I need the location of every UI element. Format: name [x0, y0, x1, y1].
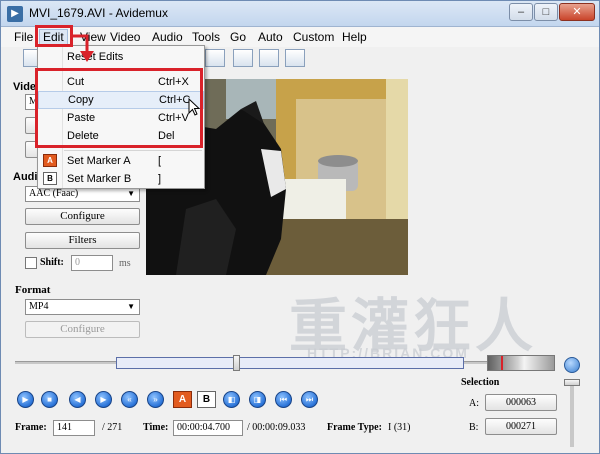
menu-item-label: Set Marker B [67, 173, 132, 185]
menu-custom[interactable]: Custom [290, 29, 337, 45]
format-select[interactable]: MP4 ▼ [25, 299, 140, 315]
marker-b-button[interactable]: B [197, 391, 216, 408]
frame-label: Frame: [15, 422, 47, 433]
time-total: / 00:00:09.033 [247, 422, 306, 433]
next-keyframe-icon[interactable]: » [147, 391, 164, 408]
maximize-button[interactable]: □ [534, 3, 558, 21]
previous-keyframe-icon[interactable]: « [121, 391, 138, 408]
time-label: Time: [143, 422, 169, 433]
frame-input[interactable]: 141 [53, 420, 95, 436]
red-arrow-icon [73, 34, 94, 62]
shift-input[interactable]: 0 [71, 255, 113, 271]
selection-b-button[interactable]: 000271 [485, 418, 557, 435]
menu-item-set-marker-b[interactable]: B Set Marker B ] [38, 170, 204, 188]
clipboard-items-highlight [35, 68, 203, 148]
menu-item-set-marker-a[interactable]: A Set Marker A [ [38, 152, 204, 170]
title-bar: ▶ MVI_1679.AVI - Avidemux – □ ✕ [1, 1, 599, 27]
audio-filters-button[interactable]: Filters [25, 232, 140, 249]
volume-slider-thumb[interactable] [564, 379, 580, 386]
window-title: MVI_1679.AVI - Avidemux [29, 6, 168, 20]
volume-slider-track[interactable] [570, 379, 574, 447]
selection-a-button[interactable]: 000063 [485, 394, 557, 411]
shift-label: Shift: [40, 257, 64, 268]
marker-a-icon: A [43, 154, 57, 167]
audio-codec-value: AAC (Faac) [29, 188, 79, 199]
stop-icon[interactable]: ■ [41, 391, 58, 408]
goto-start-icon[interactable]: ⏮ [275, 391, 292, 408]
minimize-button[interactable]: – [509, 3, 533, 21]
chevron-down-icon: ▼ [127, 189, 135, 198]
menu-item-label: Set Marker A [67, 155, 131, 167]
selection-b-label: B: [469, 422, 479, 433]
layout-split-horizontal-icon[interactable] [259, 49, 279, 67]
menu-video[interactable]: Video [107, 29, 143, 45]
selection-a-label: A: [469, 398, 479, 409]
next-frame-icon[interactable]: ▶ [95, 391, 112, 408]
chevron-down-icon: ▼ [127, 302, 135, 311]
timeline-slider-thumb[interactable] [233, 355, 240, 371]
video-section-label: Vide [13, 81, 37, 93]
menu-item-reset-edits[interactable]: Reset Edits [38, 48, 204, 66]
main-window: ▶ MVI_1679.AVI - Avidemux – □ ✕ File Edi… [0, 0, 600, 454]
menu-item-shortcut: [ [158, 155, 162, 167]
format-value: MP4 [29, 301, 49, 312]
audio-configure-button[interactable]: Configure [25, 208, 140, 225]
layout-split-vertical-icon[interactable] [233, 49, 253, 67]
mouse-cursor-icon [188, 98, 200, 116]
close-button[interactable]: ✕ [559, 3, 595, 21]
shift-checkbox[interactable] [25, 257, 37, 269]
menu-go[interactable]: Go [227, 29, 249, 45]
layout-single-icon[interactable] [205, 49, 225, 67]
play-icon[interactable]: ▶ [17, 391, 34, 408]
edit-menu-highlight [35, 25, 73, 47]
goto-marker-a-icon[interactable]: ◧ [223, 391, 240, 408]
selection-range-bar [116, 357, 464, 369]
marker-b-icon: B [43, 172, 57, 185]
time-input[interactable]: 00:00:04.700 [173, 420, 243, 436]
menu-audio[interactable]: Audio [149, 29, 186, 45]
audio-meter-marker [501, 356, 503, 370]
frame-total: / 271 [102, 422, 123, 433]
goto-marker-b-icon[interactable]: ◨ [249, 391, 266, 408]
selection-title: Selection [461, 377, 500, 388]
audio-section-label: Audi [13, 171, 38, 183]
menu-tools[interactable]: Tools [189, 29, 223, 45]
format-configure-button[interactable]: Configure [25, 321, 140, 338]
frame-type-label: Frame Type: [327, 422, 382, 433]
goto-end-icon[interactable]: ⏭ [301, 391, 318, 408]
format-section-label: Format [15, 284, 51, 296]
avidemux-app-icon: ▶ [7, 6, 23, 22]
shift-unit: ms [119, 258, 131, 269]
menu-item-shortcut: ] [158, 173, 162, 185]
layout-window-icon[interactable] [285, 49, 305, 67]
menu-auto[interactable]: Auto [255, 29, 286, 45]
menu-file[interactable]: File [11, 29, 36, 45]
marker-a-button[interactable]: A [173, 391, 192, 408]
audio-meter [487, 355, 555, 371]
menu-separator [64, 150, 202, 151]
frame-type-value: I (31) [388, 422, 411, 433]
previous-frame-icon[interactable]: ◀ [69, 391, 86, 408]
menu-help[interactable]: Help [339, 29, 370, 45]
volume-knob-icon[interactable] [564, 357, 580, 373]
